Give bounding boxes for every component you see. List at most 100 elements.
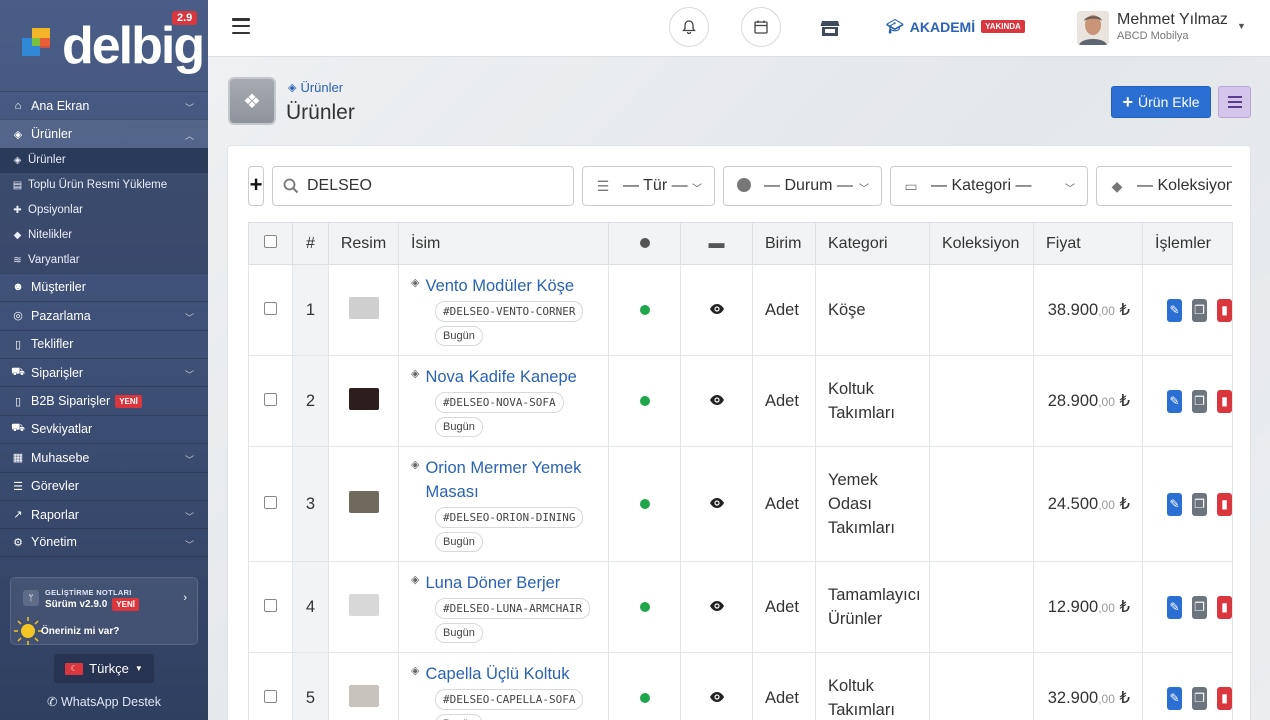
menu-toggle-icon[interactable] [232, 17, 250, 35]
search-field[interactable]: DELSEO [272, 166, 574, 206]
sidebar-item-sevkiyatlar[interactable]: ⛟ Sevkiyatlar [0, 414, 208, 443]
product-thumbnail[interactable] [348, 296, 379, 319]
caret-down-icon[interactable]: ▼ [1237, 21, 1246, 31]
product-name-link[interactable]: Vento Modüler Köşe [425, 274, 574, 298]
product-image-cell[interactable] [328, 446, 399, 562]
logo[interactable]: delbig 2.9 [0, 0, 208, 90]
copy-button[interactable]: ❐ [1192, 595, 1207, 619]
col-header-status[interactable] [608, 222, 681, 265]
status-cell[interactable] [608, 355, 681, 447]
row-checkbox-cell[interactable] [248, 561, 293, 653]
submenu-item-nitelikler[interactable]: ◆ Nitelikler [0, 223, 208, 248]
delete-button[interactable]: ▮ [1217, 389, 1232, 413]
delete-button[interactable]: ▮ [1217, 595, 1232, 619]
row-checkbox[interactable] [264, 689, 277, 703]
active-status-dot[interactable] [639, 498, 650, 509]
col-header-image[interactable]: Resim [328, 222, 399, 265]
active-status-dot[interactable] [639, 395, 650, 406]
avatar[interactable] [1077, 11, 1109, 45]
visibility-cell[interactable] [680, 355, 753, 447]
sidebar-item-musteriler[interactable]: ☻ Müşteriler [0, 272, 208, 301]
row-checkbox[interactable] [264, 495, 277, 509]
submenu-item-varyantlar[interactable]: ≋ Varyantlar [0, 248, 208, 273]
col-header-num[interactable]: # [292, 222, 329, 265]
add-product-button[interactable]: + Ürün Ekle [1111, 86, 1211, 118]
product-thumbnail[interactable] [348, 387, 379, 410]
edit-button[interactable]: ✎ [1167, 298, 1182, 322]
col-header-store[interactable]: ▬ [680, 222, 753, 265]
eye-icon[interactable] [709, 394, 725, 406]
visibility-cell[interactable] [680, 264, 753, 356]
copy-button[interactable]: ❐ [1192, 492, 1207, 516]
user-name[interactable]: Mehmet Yılmaz [1117, 11, 1228, 29]
col-header-collection[interactable]: Koleksiyon [929, 222, 1034, 265]
sidebar-item-gorevler[interactable]: ☰ Görevler [0, 471, 208, 500]
product-image-cell[interactable] [328, 355, 399, 447]
copy-button[interactable]: ❐ [1192, 389, 1207, 413]
sidebar-item-muhasebe[interactable]: ▦ Muhasebe ﹀ [0, 443, 208, 471]
store-icon[interactable] [820, 19, 840, 37]
product-name-link[interactable]: Capella Üçlü Koltuk [425, 662, 569, 686]
col-header-unit[interactable]: Birim [752, 222, 816, 265]
active-status-dot[interactable] [639, 601, 650, 612]
active-status-dot[interactable] [639, 304, 650, 315]
sidebar-item-b2b-siparisler[interactable]: ▯ B2B Siparişler YENİ [0, 386, 208, 414]
delete-button[interactable]: ▮ [1217, 686, 1232, 710]
calendar-button[interactable] [741, 7, 781, 47]
akademi-link[interactable]: 🎓︎ AKADEMİ YAKINDA [886, 18, 1025, 35]
edit-button[interactable]: ✎ [1167, 492, 1182, 516]
row-checkbox[interactable] [264, 598, 277, 612]
eye-icon[interactable] [709, 497, 725, 509]
col-header-category[interactable]: Kategori [815, 222, 930, 265]
product-thumbnail[interactable] [348, 593, 379, 616]
edit-button[interactable]: ✎ [1167, 389, 1182, 413]
row-checkbox-cell[interactable] [248, 355, 293, 447]
sidebar-item-ana-ekran[interactable]: ⌂ Ana Ekran ﹀ [0, 91, 208, 119]
product-name-link[interactable]: Nova Kadife Kanepe [425, 365, 576, 389]
row-checkbox-cell[interactable] [248, 264, 293, 356]
delete-button[interactable]: ▮ [1217, 298, 1232, 322]
copy-button[interactable]: ❐ [1192, 686, 1207, 710]
select-all-checkbox[interactable] [264, 234, 277, 248]
notifications-button[interactable] [669, 7, 709, 47]
eye-icon[interactable] [709, 303, 725, 315]
dev-notes-card[interactable]: ᛘ GELİŞTİRME NOTLARI Sürüm v2.9.0 YENİ › … [10, 577, 198, 645]
product-image-cell[interactable] [328, 652, 399, 720]
edit-button[interactable]: ✎ [1167, 686, 1182, 710]
expand-filters-button[interactable]: + [248, 166, 264, 206]
sidebar-item-raporlar[interactable]: ↗ Raporlar ﹀ [0, 499, 208, 528]
product-name-link[interactable]: Orion Mermer Yemek Masası [425, 456, 608, 504]
active-status-dot[interactable] [639, 692, 650, 703]
breadcrumb-item[interactable]: Ürünler [300, 80, 343, 95]
sidebar-item-yonetim[interactable]: ⚙ Yönetim ﹀ [0, 528, 208, 557]
sidebar-item-teklifler[interactable]: ▯ Teklifler [0, 329, 208, 358]
status-filter-select[interactable]: — Durum — ﹀ [723, 166, 882, 206]
sidebar-item-pazarlama[interactable]: ◎ Pazarlama ﹀ [0, 301, 208, 329]
copy-button[interactable]: ❐ [1192, 298, 1207, 322]
visibility-cell[interactable] [680, 561, 753, 653]
breadcrumb[interactable]: ◈ Ürünler [288, 80, 343, 95]
status-cell[interactable] [608, 561, 681, 653]
collection-filter-select[interactable]: ◆ — Koleksiyon — [1096, 166, 1232, 206]
product-image-cell[interactable] [328, 264, 399, 356]
options-menu-button[interactable] [1218, 86, 1251, 118]
status-cell[interactable] [608, 264, 681, 356]
eye-icon[interactable] [709, 600, 725, 612]
visibility-cell[interactable] [680, 652, 753, 720]
delete-button[interactable]: ▮ [1217, 492, 1232, 516]
status-cell[interactable] [608, 652, 681, 720]
status-cell[interactable] [608, 446, 681, 562]
product-thumbnail[interactable] [348, 684, 379, 707]
select-all-checkbox-cell[interactable] [248, 222, 293, 265]
submenu-item-opsiyonlar[interactable]: ✚ Opsiyonlar [0, 198, 208, 223]
product-image-cell[interactable] [328, 561, 399, 653]
edit-button[interactable]: ✎ [1167, 595, 1182, 619]
visibility-cell[interactable] [680, 446, 753, 562]
product-name-link[interactable]: Luna Döner Berjer [425, 571, 560, 595]
suggestion-link[interactable]: Öneriniz mi var? [41, 626, 119, 637]
col-header-name[interactable]: İsim [398, 222, 609, 265]
product-thumbnail[interactable] [348, 490, 379, 513]
language-select[interactable]: ☾ Türkçe ▼ [54, 654, 154, 683]
whatsapp-support-link[interactable]: ✆ WhatsApp Destek [0, 694, 208, 709]
sidebar-item-urunler[interactable]: ◈ Ürünler ︿ [0, 119, 208, 148]
